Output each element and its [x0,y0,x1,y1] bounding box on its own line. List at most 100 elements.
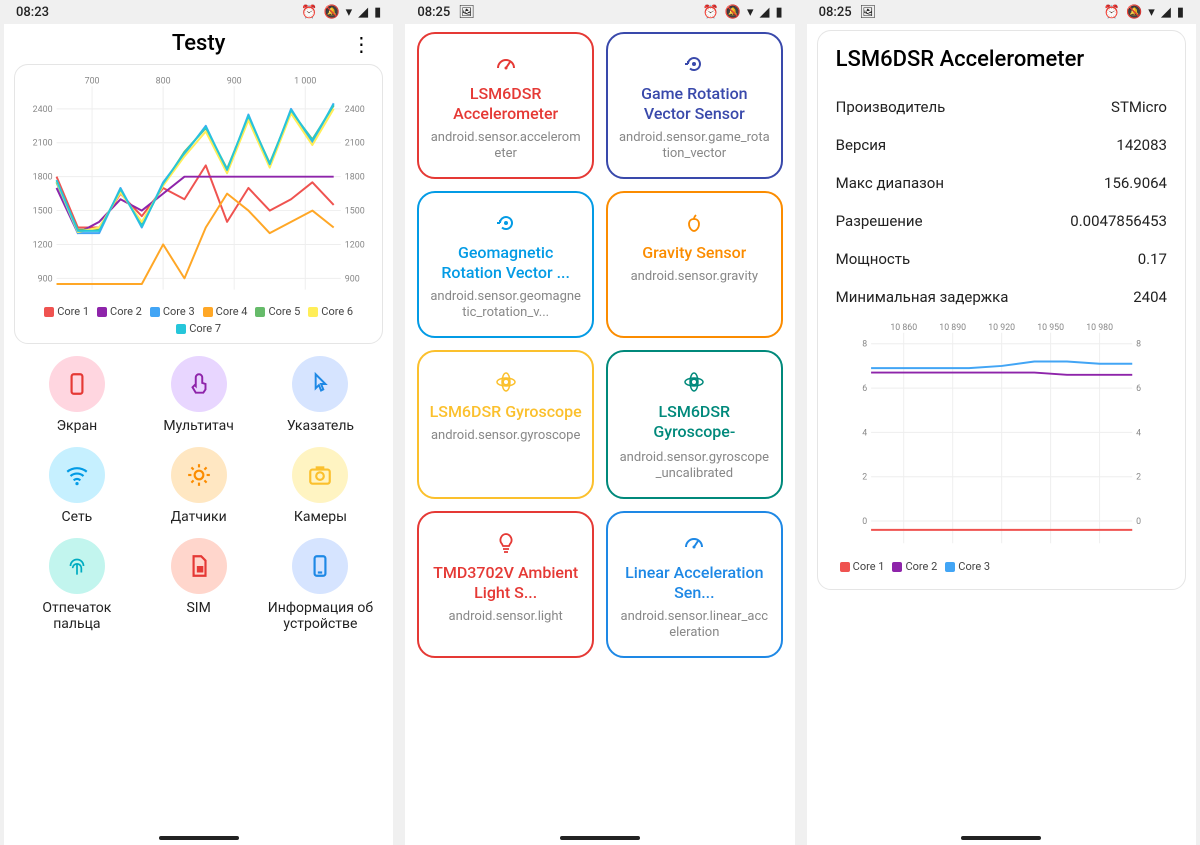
nav-bar[interactable] [807,831,1196,845]
svg-text:2: 2 [862,473,867,483]
alarm-icon: ⏰ [703,5,719,20]
sensor-type: android.sensor.light [449,609,563,625]
sensor-card[interactable]: Gravity Sensorandroid.sensor.gravity [606,191,783,338]
property-row: ПроизводительSTMicro [836,88,1167,126]
sensor-card[interactable]: TMD3702V Ambient Light S... android.senso… [417,511,594,658]
title-bar: Testy ⋮ [14,24,383,62]
status-bar: 08:23 ⏰ 🔕 ▾ ◢ ▮ [4,0,393,24]
rotate-icon [492,209,520,237]
sensor-name: Gravity Sensor [642,243,746,263]
legend-item: Core 1 [44,305,89,318]
property-key: Разрешение [836,212,923,230]
wifi-icon: ▾ [747,5,754,20]
sensor-type: android.sensor.accelerometer [429,130,582,161]
sensor-chart-legend: Core 1Core 2Core 3 [836,556,1167,573]
sensor-type: android.sensor.game_rotation_vector [618,130,771,161]
svg-text:1500: 1500 [33,207,53,217]
pointer-icon [292,356,348,412]
property-key: Мощность [836,250,910,268]
property-value: STMicro [1111,98,1167,116]
app-title: Testy [172,31,226,56]
wifi-icon: ▾ [1148,5,1155,20]
phone-screen-1: 08:23 ⏰ 🔕 ▾ ◢ ▮ Testy ⋮ 900 900 1200 1200 15… [4,0,393,845]
svg-text:2100: 2100 [345,139,365,149]
svg-text:8: 8 [862,340,867,350]
category-sun[interactable]: Датчики [140,447,258,526]
device-icon [292,538,348,594]
battery-icon: ▮ [776,5,783,20]
sensor-name: TMD3702V Ambient Light S... [429,563,582,603]
rotate-icon [680,50,708,78]
legend-item: Core 2 [892,560,937,573]
phone-screen-3: 08:25 🖼 ⏰ 🔕 ▾ ◢ ▮ LSM6DSR Accelerometer … [807,0,1196,845]
phone-screen-2: 08:25 🖼 ⏰ 🔕 ▾ ◢ ▮ LSM6DSR Accelerometera… [405,0,794,845]
sensor-grid: LSM6DSR Accelerometer android.sensor.acce… [415,24,784,666]
nav-bar[interactable] [4,831,393,845]
sensor-properties: ПроизводительSTMicroВерсия142083Макс диа… [836,88,1167,316]
sensor-name: Game Rotation Vector Sensor [618,84,771,124]
sensor-card[interactable]: Game Rotation Vector Sensor android.senso… [606,32,783,179]
svg-text:1800: 1800 [345,173,365,183]
battery-icon: ▮ [1177,5,1184,20]
status-icons: ⏰ 🔕 ▾ ◢ ▮ [301,5,381,20]
more-icon[interactable]: ⋮ [351,32,371,56]
legend-item: Core 3 [945,560,990,573]
sensor-type: android.sensor.geomagnetic_rotation_v... [429,289,582,320]
svg-text:1200: 1200 [33,240,53,250]
status-icons: ⏰ 🔕 ▾ ◢ ▮ [703,5,783,20]
sim-icon [171,538,227,594]
category-label: Информация об устройстве [262,600,380,634]
svg-text:8: 8 [1136,340,1141,350]
alarm-icon: ⏰ [301,5,317,20]
property-key: Версия [836,136,886,154]
nav-bar[interactable] [405,831,794,845]
sensor-name: LSM6DSR Accelerometer [429,84,582,124]
category-touch[interactable]: Мультитач [140,356,258,435]
category-device[interactable]: Информация об устройстве [262,538,380,634]
sensor-detail-card: LSM6DSR Accelerometer ПроизводительSTMic… [817,30,1186,590]
sensor-card[interactable]: LSM6DSR Gyroscopeandroid.sensor.gyroscop… [417,350,594,499]
svg-text:1800: 1800 [33,173,53,183]
sensor-card[interactable]: LSM6DSR Gyroscope-Uncalibratedandroid.se… [606,350,783,499]
svg-text:10 950: 10 950 [1037,323,1064,333]
category-pointer[interactable]: Указатель [262,356,380,435]
category-grid: ЭкранМультитачУказатель Сеть ДатчикиКамеры… [14,344,383,645]
property-row: Минимальная задержка 2404 [836,278,1167,316]
svg-text:6: 6 [862,384,867,394]
category-phone[interactable]: Экран [18,356,136,435]
sensor-card[interactable]: LSM6DSR Accelerometer android.sensor.acce… [417,32,594,179]
touch-icon [171,356,227,412]
mute-icon: 🔕 [323,5,339,20]
sensor-card[interactable]: Geomagnetic Rotation Vector ...android.s… [417,191,594,338]
cpu-line-chart: 9009001200120015001500180018002100210024… [21,71,376,301]
category-label: Сеть [61,509,92,526]
property-key: Макс диапазон [836,174,944,192]
svg-text:900: 900 [227,76,242,86]
category-sim[interactable]: SIM [140,538,258,634]
clock: 08:25 [819,5,852,20]
svg-text:0: 0 [1136,517,1141,527]
property-value: 2404 [1133,288,1167,306]
signal-icon: ◢ [358,5,368,20]
svg-text:6: 6 [1136,384,1141,394]
svg-text:2: 2 [1136,473,1141,483]
svg-text:0: 0 [862,517,867,527]
category-camera[interactable]: Камеры [262,447,380,526]
sensor-name: LSM6DSR Gyroscope [430,402,582,422]
svg-text:900: 900 [38,274,53,284]
signal-icon: ◢ [1161,5,1171,20]
property-value: 0.0047856453 [1070,212,1167,230]
sensor-detail-title: LSM6DSR Accelerometer [836,47,1167,72]
property-value: 0.17 [1138,250,1167,268]
sensor-card[interactable]: Linear Acceleration Sen...android.sensor… [606,511,783,658]
picture-icon: 🖼 [458,5,475,20]
svg-text:10 890: 10 890 [939,323,966,333]
category-finger[interactable]: Отпечаток пальца [18,538,136,634]
category-wifi[interactable]: Сеть [18,447,136,526]
apple-icon [680,209,708,237]
property-key: Минимальная задержка [836,288,1009,306]
svg-text:900: 900 [345,274,360,284]
cpu-chart-card: 9009001200120015001500180018002100210024… [14,64,383,344]
svg-text:1200: 1200 [345,240,365,250]
clock: 08:23 [16,5,49,20]
